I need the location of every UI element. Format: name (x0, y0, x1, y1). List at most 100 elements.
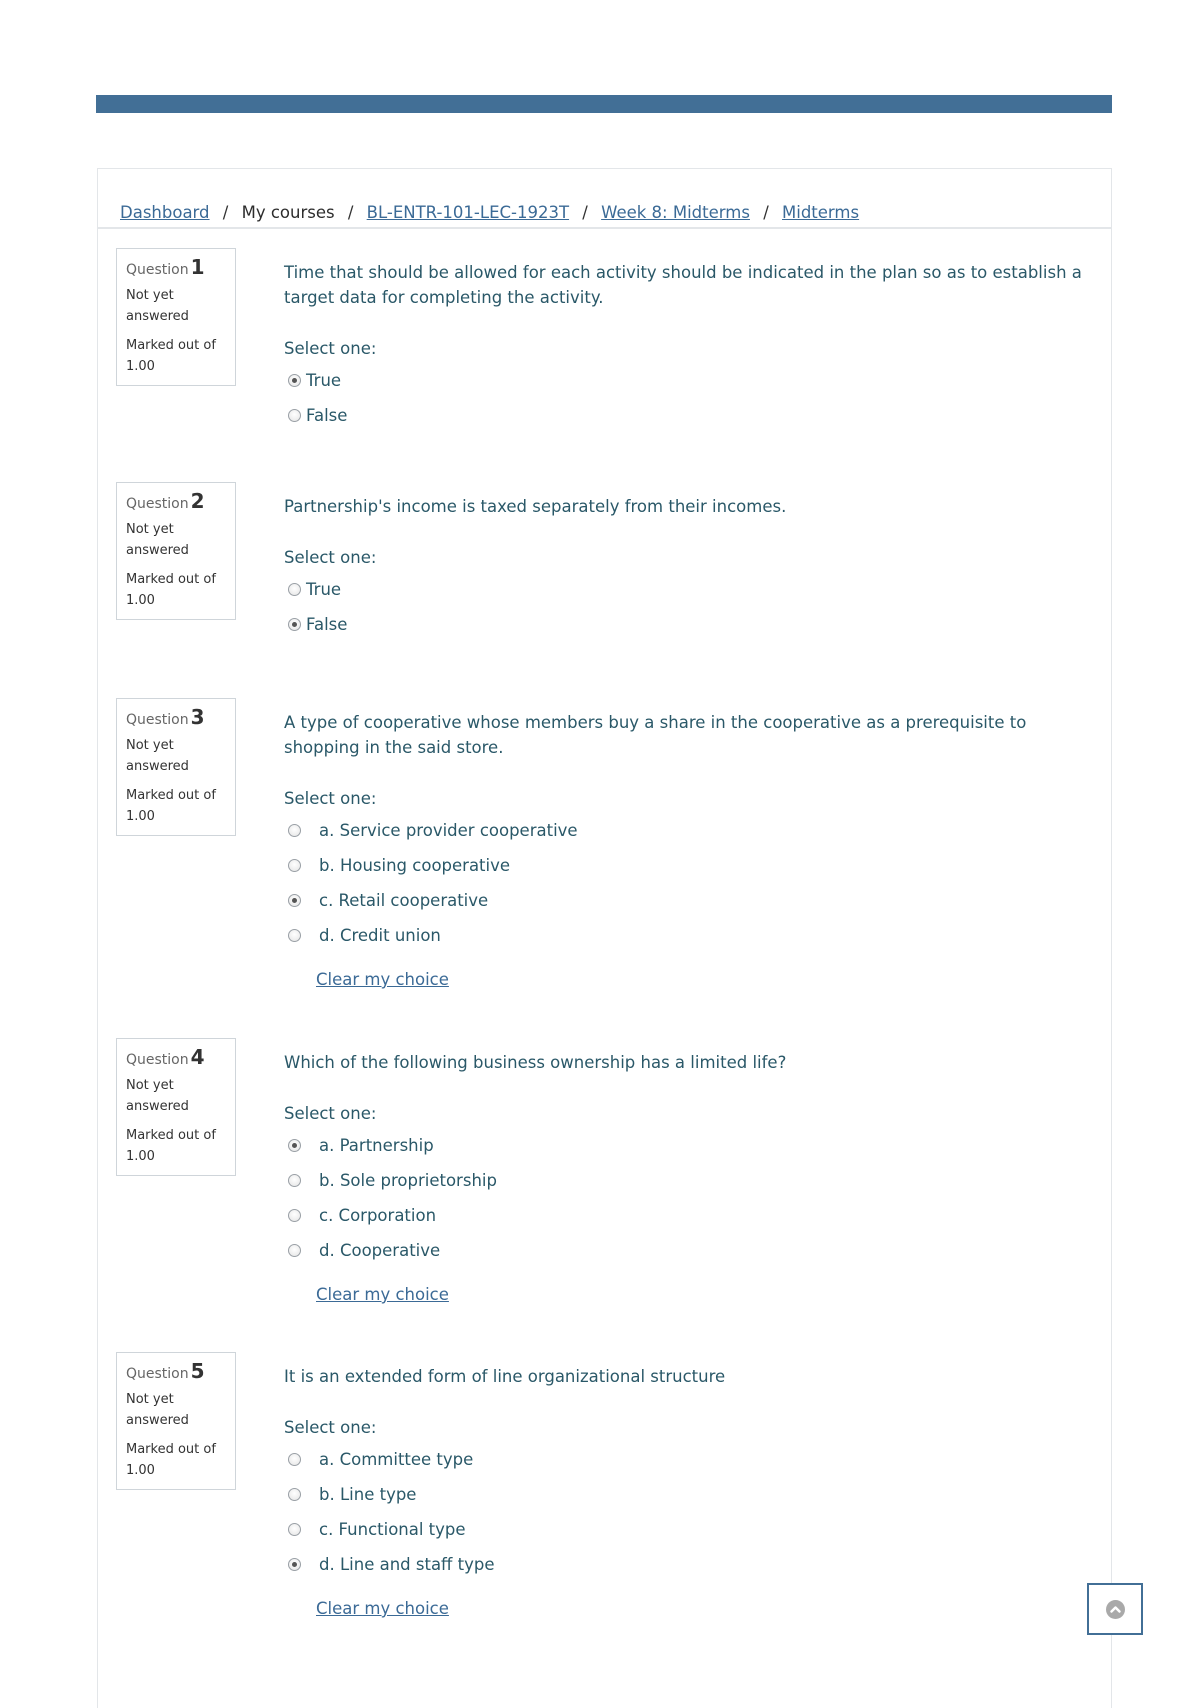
question-label: Question (126, 262, 189, 278)
question-state: Not yet answered (126, 288, 189, 324)
answer-option[interactable]: False (284, 607, 1084, 642)
question-content: Which of the following business ownershi… (284, 1050, 1084, 1307)
answer-label[interactable]: False (306, 612, 347, 637)
radio-button[interactable] (288, 1139, 301, 1152)
question-label: Question (126, 1052, 189, 1068)
select-one-prompt: Select one: (284, 1418, 377, 1437)
question-number: 4 (190, 1045, 205, 1069)
radio-button[interactable] (288, 1453, 301, 1466)
question-label: Question (126, 712, 189, 728)
answer-option[interactable]: d. Line and staff type (284, 1547, 1084, 1582)
radio-button[interactable] (288, 374, 301, 387)
select-one-prompt: Select one: (284, 1104, 377, 1123)
question-label: Question (126, 496, 189, 512)
question-state: Not yet answered (126, 1078, 189, 1114)
answer-option[interactable]: False (284, 398, 1084, 433)
answer-label[interactable]: d. Credit union (319, 923, 441, 948)
answer-label[interactable]: b. Sole proprietorship (319, 1168, 497, 1193)
question-label: Question (126, 1366, 189, 1382)
question-grade: Marked out of 1.00 (126, 338, 216, 374)
answer-option[interactable]: b. Sole proprietorship (284, 1163, 1084, 1198)
breadcrumb-separator: / (763, 203, 769, 222)
radio-button[interactable] (288, 409, 301, 422)
clear-my-choice-link[interactable]: Clear my choice (316, 1596, 449, 1621)
answer-label[interactable]: a. Committee type (319, 1447, 473, 1472)
breadcrumb: Dashboard / My courses / BL-ENTR-101-LEC… (120, 199, 859, 227)
answer-label[interactable]: a. Service provider cooperative (319, 818, 578, 843)
question-text: A type of cooperative whose members buy … (284, 713, 1027, 757)
radio-button[interactable] (288, 1488, 301, 1501)
breadcrumb-week[interactable]: Week 8: Midterms (601, 203, 750, 222)
answer-option[interactable]: True (284, 572, 1084, 607)
chevron-up-circle-icon (1105, 1599, 1125, 1619)
answer-label[interactable]: b. Line type (319, 1482, 416, 1507)
breadcrumb-midterms[interactable]: Midterms (782, 203, 859, 222)
answer-label[interactable]: True (306, 577, 341, 602)
question-text: Partnership's income is taxed separately… (284, 497, 787, 516)
breadcrumb-dashboard[interactable]: Dashboard (120, 203, 210, 222)
answer-option[interactable]: a. Partnership (284, 1128, 1084, 1163)
question-state: Not yet answered (126, 522, 189, 558)
radio-button[interactable] (288, 859, 301, 872)
answer-list: a. Service provider cooperative b. Housi… (284, 813, 1084, 953)
answer-label[interactable]: c. Functional type (319, 1517, 466, 1542)
answer-list: a. Committee type b. Line type c. Functi… (284, 1442, 1084, 1582)
radio-button[interactable] (288, 1174, 301, 1187)
answer-label[interactable]: d. Cooperative (319, 1238, 440, 1263)
answer-option[interactable]: d. Credit union (284, 918, 1084, 953)
radio-button[interactable] (288, 824, 301, 837)
answer-label[interactable]: b. Housing cooperative (319, 853, 510, 878)
answer-label[interactable]: d. Line and staff type (319, 1552, 495, 1577)
question-info: Question 5 Not yet answered Marked out of… (116, 1352, 236, 1490)
answer-option[interactable]: a. Service provider cooperative (284, 813, 1084, 848)
question-number: 1 (190, 255, 205, 279)
answer-option[interactable]: d. Cooperative (284, 1233, 1084, 1268)
radio-button[interactable] (288, 1558, 301, 1571)
radio-button[interactable] (288, 929, 301, 942)
answer-label[interactable]: True (306, 368, 341, 393)
question-content: Partnership's income is taxed separately… (284, 494, 1084, 642)
answer-list: True False (284, 363, 1084, 433)
answer-option[interactable]: c. Functional type (284, 1512, 1084, 1547)
answer-list: a. Partnership b. Sole proprietorship c.… (284, 1128, 1084, 1268)
radio-button[interactable] (288, 583, 301, 596)
answer-option[interactable]: a. Committee type (284, 1442, 1084, 1477)
answer-list: True False (284, 572, 1084, 642)
question-content: Time that should be allowed for each act… (284, 260, 1084, 433)
radio-button[interactable] (288, 894, 301, 907)
question-info: Question 2 Not yet answered Marked out of… (116, 482, 236, 620)
header-bar (96, 95, 1112, 113)
question-number: 3 (190, 705, 205, 729)
radio-button[interactable] (288, 1523, 301, 1536)
question-state: Not yet answered (126, 738, 189, 774)
answer-label[interactable]: False (306, 403, 347, 428)
answer-option[interactable]: c. Retail cooperative (284, 883, 1084, 918)
radio-button[interactable] (288, 1244, 301, 1257)
breadcrumb-my-courses: My courses (241, 203, 335, 222)
answer-option[interactable]: True (284, 363, 1084, 398)
answer-option[interactable]: b. Housing cooperative (284, 848, 1084, 883)
answer-label[interactable]: a. Partnership (319, 1133, 434, 1158)
answer-label[interactable]: c. Corporation (319, 1203, 436, 1228)
question-number: 2 (190, 489, 205, 513)
question-grade: Marked out of 1.00 (126, 788, 216, 824)
question-state: Not yet answered (126, 1392, 189, 1428)
breadcrumb-divider (98, 227, 1111, 229)
answer-option[interactable]: c. Corporation (284, 1198, 1084, 1233)
answer-option[interactable]: b. Line type (284, 1477, 1084, 1512)
question-grade: Marked out of 1.00 (126, 1128, 216, 1164)
radio-button[interactable] (288, 1209, 301, 1222)
clear-my-choice-link[interactable]: Clear my choice (316, 967, 449, 992)
select-one-prompt: Select one: (284, 339, 377, 358)
answer-label[interactable]: c. Retail cooperative (319, 888, 488, 913)
question-info: Question 3 Not yet answered Marked out of… (116, 698, 236, 836)
breadcrumb-separator: / (582, 203, 588, 222)
question-text: Which of the following business ownershi… (284, 1053, 787, 1072)
question-info: Question 1 Not yet answered Marked out of… (116, 248, 236, 386)
breadcrumb-course[interactable]: BL-ENTR-101-LEC-1923T (367, 203, 569, 222)
back-to-top-button[interactable] (1087, 1583, 1143, 1635)
question-content: It is an extended form of line organizat… (284, 1364, 1084, 1621)
question-grade: Marked out of 1.00 (126, 572, 216, 608)
clear-my-choice-link[interactable]: Clear my choice (316, 1282, 449, 1307)
radio-button[interactable] (288, 618, 301, 631)
